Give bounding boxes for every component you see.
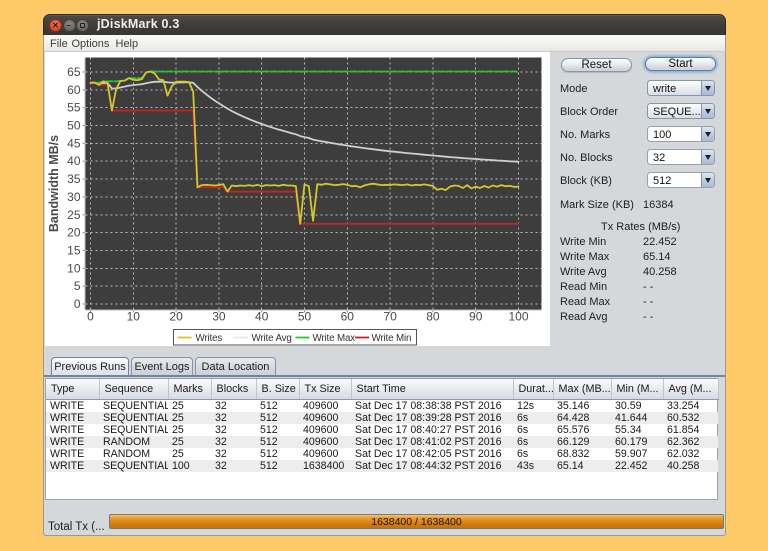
- svg-text:50: 50: [67, 119, 81, 133]
- svg-text:25: 25: [67, 208, 81, 222]
- svg-text:Write Max: Write Max: [313, 333, 356, 344]
- svg-text:80: 80: [426, 310, 440, 324]
- svg-text:70: 70: [383, 310, 397, 324]
- svg-text:20: 20: [67, 226, 81, 240]
- svg-text:Bandwidth MB/s: Bandwidth MB/s: [47, 135, 61, 232]
- svg-text:50: 50: [298, 310, 312, 324]
- svg-text:Write Avg: Write Avg: [252, 333, 292, 344]
- svg-text:55: 55: [67, 101, 81, 115]
- svg-text:30: 30: [67, 190, 81, 204]
- svg-text:15: 15: [67, 244, 81, 258]
- svg-text:35: 35: [67, 172, 81, 186]
- svg-text:5: 5: [74, 279, 81, 293]
- svg-text:Write Min: Write Min: [372, 333, 412, 344]
- svg-text:90: 90: [469, 310, 483, 324]
- svg-text:40: 40: [255, 310, 269, 324]
- svg-text:60: 60: [341, 310, 355, 324]
- svg-text:30: 30: [212, 310, 226, 324]
- svg-text:100: 100: [508, 310, 528, 324]
- svg-text:0: 0: [74, 297, 81, 311]
- svg-text:45: 45: [67, 136, 81, 150]
- svg-text:10: 10: [67, 261, 81, 275]
- svg-text:65: 65: [67, 65, 81, 79]
- svg-text:60: 60: [67, 83, 81, 97]
- svg-text:20: 20: [169, 310, 183, 324]
- svg-text:40: 40: [67, 154, 81, 168]
- svg-text:Writes: Writes: [196, 333, 223, 344]
- svg-text:10: 10: [127, 310, 141, 324]
- svg-text:0: 0: [87, 310, 94, 324]
